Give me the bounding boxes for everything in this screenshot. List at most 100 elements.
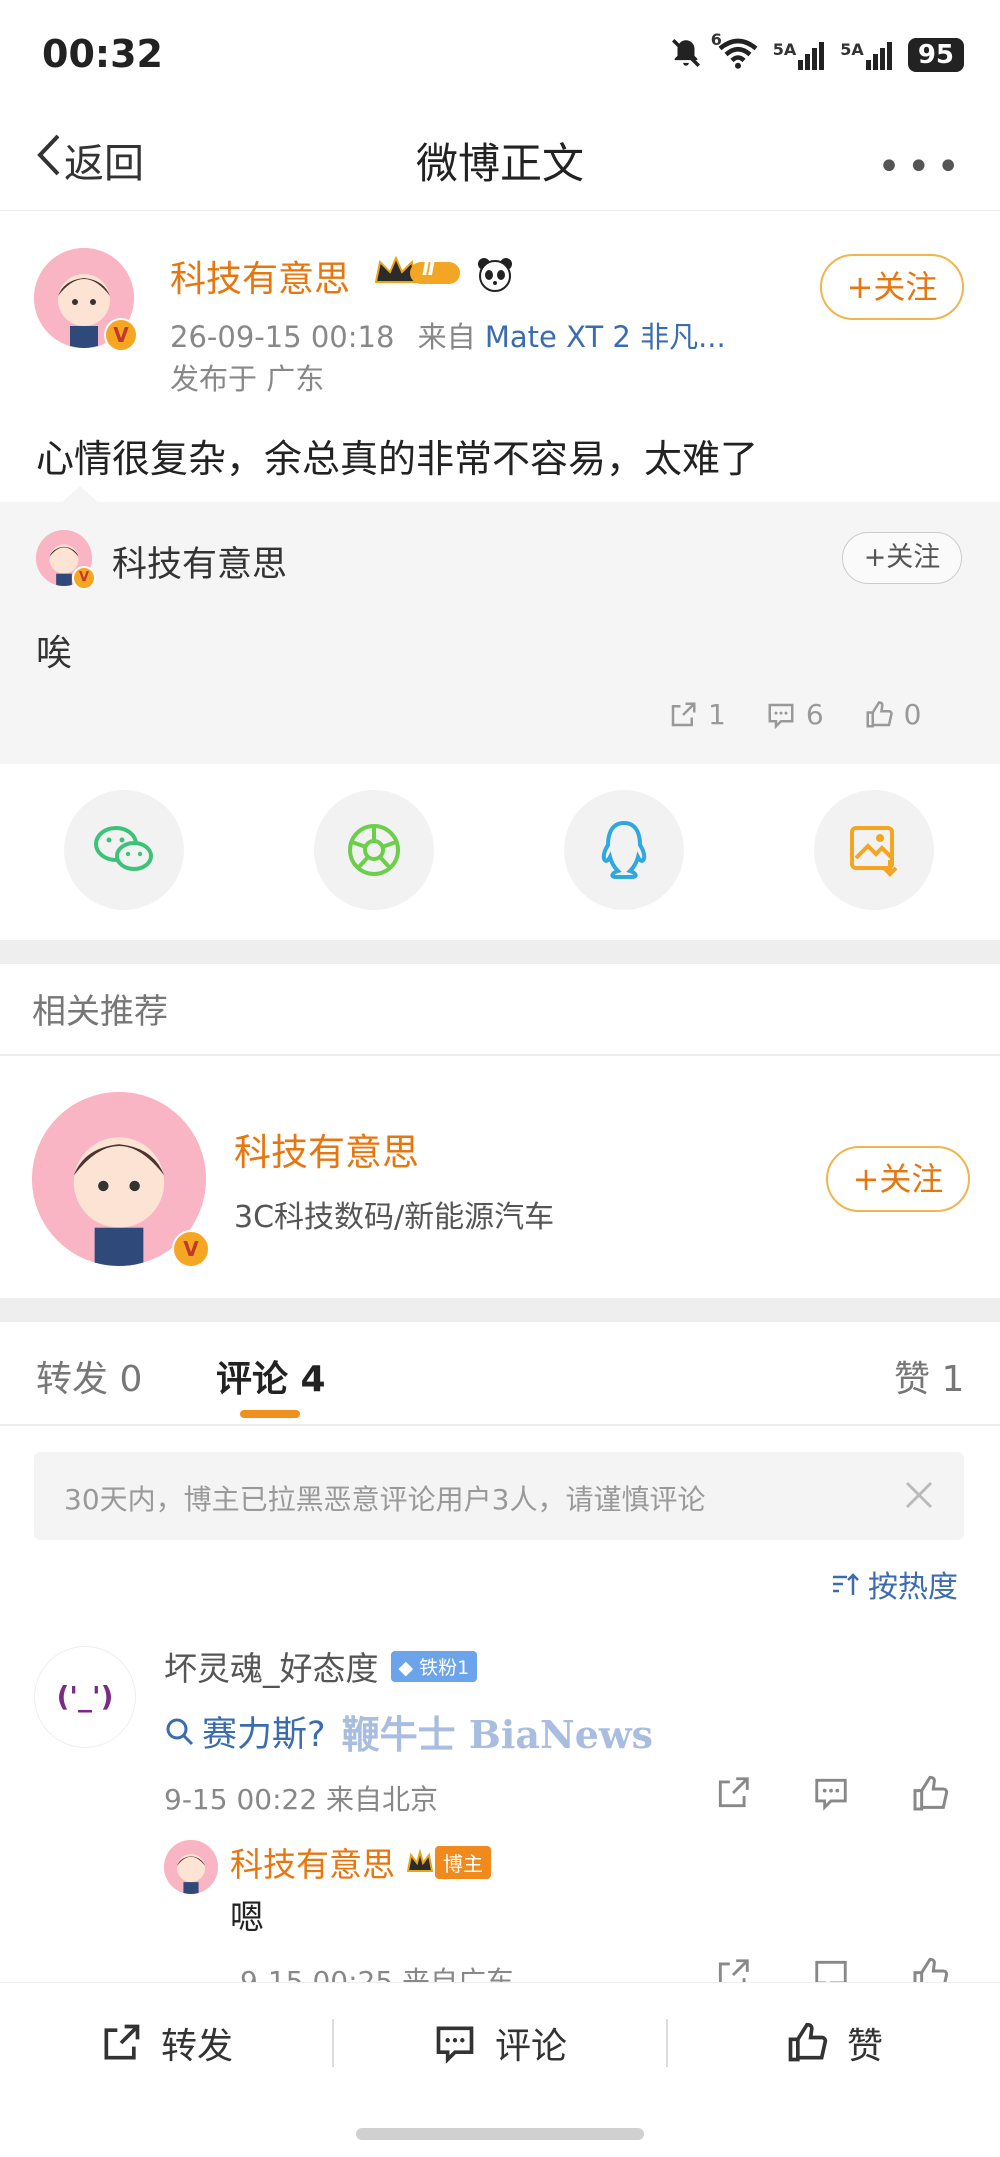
share-icon[interactable]	[714, 1956, 752, 1982]
share-icon[interactable]	[714, 1774, 752, 1812]
fan-badge-label: 铁粉1	[419, 1656, 470, 1679]
nav-bar: 微博正文 返回 •••	[0, 110, 1000, 211]
search-icon	[166, 1718, 194, 1745]
repost-stats: 1 6 0	[668, 698, 921, 731]
repost-author-name[interactable]: 科技有意思	[112, 536, 287, 587]
follow-button[interactable]: +关注	[820, 254, 964, 320]
bottom-action-bar: 转发 评论 赞	[0, 1982, 1000, 2103]
reply-username[interactable]: 科技有意思	[230, 1838, 395, 1886]
more-dots-icon: •••	[877, 144, 966, 190]
repost-follow-button[interactable]: +关注	[842, 532, 962, 584]
tab-active-indicator	[240, 1410, 300, 1418]
avatar-illustration-icon	[164, 1840, 218, 1894]
share-icon	[671, 702, 696, 726]
qq-icon	[601, 820, 647, 879]
signal-icon-2: 5A	[840, 40, 894, 70]
sort-button[interactable]: 按热度	[830, 1562, 958, 1606]
signal-icon: 5A	[773, 40, 827, 70]
blogger-badge: 博主	[405, 1845, 491, 1879]
repost-share-stat[interactable]: 1	[668, 698, 726, 731]
close-icon	[905, 1481, 933, 1509]
mute-icon	[669, 36, 703, 74]
share-row	[0, 790, 1000, 910]
level-badge: Ⅱ	[422, 256, 436, 280]
repost-follow-label: +关注	[863, 542, 941, 573]
repost-card[interactable]: V 科技有意思 +关注 唉 1 6 0	[0, 486, 1000, 764]
recommend-verified-badge: V	[172, 1230, 210, 1268]
verified-badge: V	[104, 318, 138, 352]
status-icons: 6 5A 5A 95	[669, 30, 964, 74]
reply-content: 嗯	[230, 1898, 264, 1938]
back-button[interactable]: 返回	[34, 130, 144, 190]
thumbs-up-icon	[866, 700, 893, 727]
wifi-label: 6	[710, 30, 722, 49]
battery-indicator: 95	[907, 38, 964, 72]
close-notice-button[interactable]	[902, 1478, 936, 1516]
reply-actions	[714, 1956, 950, 1982]
post-time: 26-09-15 00:18	[170, 320, 395, 354]
status-bar: 00:32 6 5A 5A 95	[0, 0, 1000, 110]
chevron-left-icon	[34, 130, 64, 190]
blogger-badge-label: 博主	[435, 1845, 491, 1879]
home-indicator[interactable]	[356, 2128, 644, 2140]
sort-icon	[833, 1573, 859, 1595]
network-label: 5A	[772, 40, 797, 59]
like-count: 0	[903, 698, 922, 731]
member-crown-icon: Ⅱ	[372, 252, 472, 292]
bottom-comment-label: 评论	[494, 2026, 567, 2067]
watermark-text: 鞭牛士 BiaNews	[341, 1712, 654, 1757]
section-divider	[0, 940, 1000, 964]
comment-meta: 9-15 00:22 来自北京	[164, 1783, 439, 1816]
tab-like[interactable]: 赞 1	[894, 1350, 964, 1402]
comment-user: 坏灵魂_好态度 ◆ 铁粉1	[164, 1642, 478, 1690]
tabs-divider	[0, 1424, 1000, 1426]
repost-like-stat[interactable]: 0	[864, 698, 922, 731]
wechat-icon	[94, 826, 153, 871]
bottom-comment-button[interactable]: 评论	[334, 1983, 666, 2103]
thumbs-up-icon[interactable]	[910, 1774, 950, 1814]
avatar-text: ('_')	[56, 1680, 114, 1713]
share-moments-button[interactable]	[314, 790, 434, 910]
more-menu-button[interactable]: •••	[877, 144, 966, 190]
comment-icon[interactable]	[812, 1956, 850, 1982]
search-link-text: 赛力斯?	[202, 1715, 326, 1755]
comment-text: 赛力斯? 鞭牛士 BiaNews	[164, 1704, 653, 1759]
bottom-like-button[interactable]: 赞	[668, 1983, 1000, 2103]
bottom-repost-button[interactable]: 转发	[0, 1983, 332, 2103]
wifi-icon: 6	[711, 30, 759, 74]
recommend-follow-button[interactable]: +关注	[826, 1146, 970, 1212]
page-title: 微博正文	[415, 139, 584, 188]
post-device[interactable]: Mate XT 2 非凡...	[485, 320, 726, 354]
comment-avatar[interactable]: ('_')	[34, 1646, 136, 1748]
back-label: 返回	[64, 141, 144, 187]
share-wechat-button[interactable]	[64, 790, 184, 910]
comment-username[interactable]: 坏灵魂_好态度	[164, 1642, 379, 1690]
network-label-2: 5A	[840, 40, 864, 59]
recommend-follow-label: +关注	[852, 1160, 944, 1198]
tab-comment[interactable]: 评论 4	[216, 1350, 326, 1402]
post-location: 发布于 广东	[170, 362, 325, 396]
moments-icon	[348, 824, 400, 876]
author-name[interactable]: 科技有意思	[170, 250, 350, 302]
repost-comment-stat[interactable]: 6	[766, 698, 824, 731]
share-icon	[104, 2024, 140, 2060]
search-link[interactable]: 赛力斯?	[164, 1706, 326, 1757]
recommend-section-title: 相关推荐	[32, 992, 168, 1032]
recommend-name[interactable]: 科技有意思	[234, 1122, 419, 1176]
share-count: 1	[708, 698, 726, 731]
reply-avatar[interactable]	[164, 1840, 218, 1894]
bottom-like-label: 赞	[846, 2026, 883, 2067]
comment-actions	[714, 1774, 950, 1814]
verified-badge-small: V	[72, 566, 96, 590]
thumbs-up-icon[interactable]	[910, 1956, 950, 1982]
post-source-prefix: 来自	[417, 320, 476, 354]
save-image-button[interactable]	[814, 790, 934, 910]
crown-icon	[406, 1848, 434, 1872]
fan-badge: ◆ 铁粉1	[390, 1650, 478, 1682]
save-image-icon	[850, 826, 898, 877]
card-pointer-icon	[60, 486, 100, 504]
sort-label: 按热度	[868, 1570, 958, 1605]
comment-icon[interactable]	[812, 1774, 850, 1812]
share-qq-button[interactable]	[564, 790, 684, 910]
tab-repost[interactable]: 转发 0	[36, 1350, 142, 1402]
